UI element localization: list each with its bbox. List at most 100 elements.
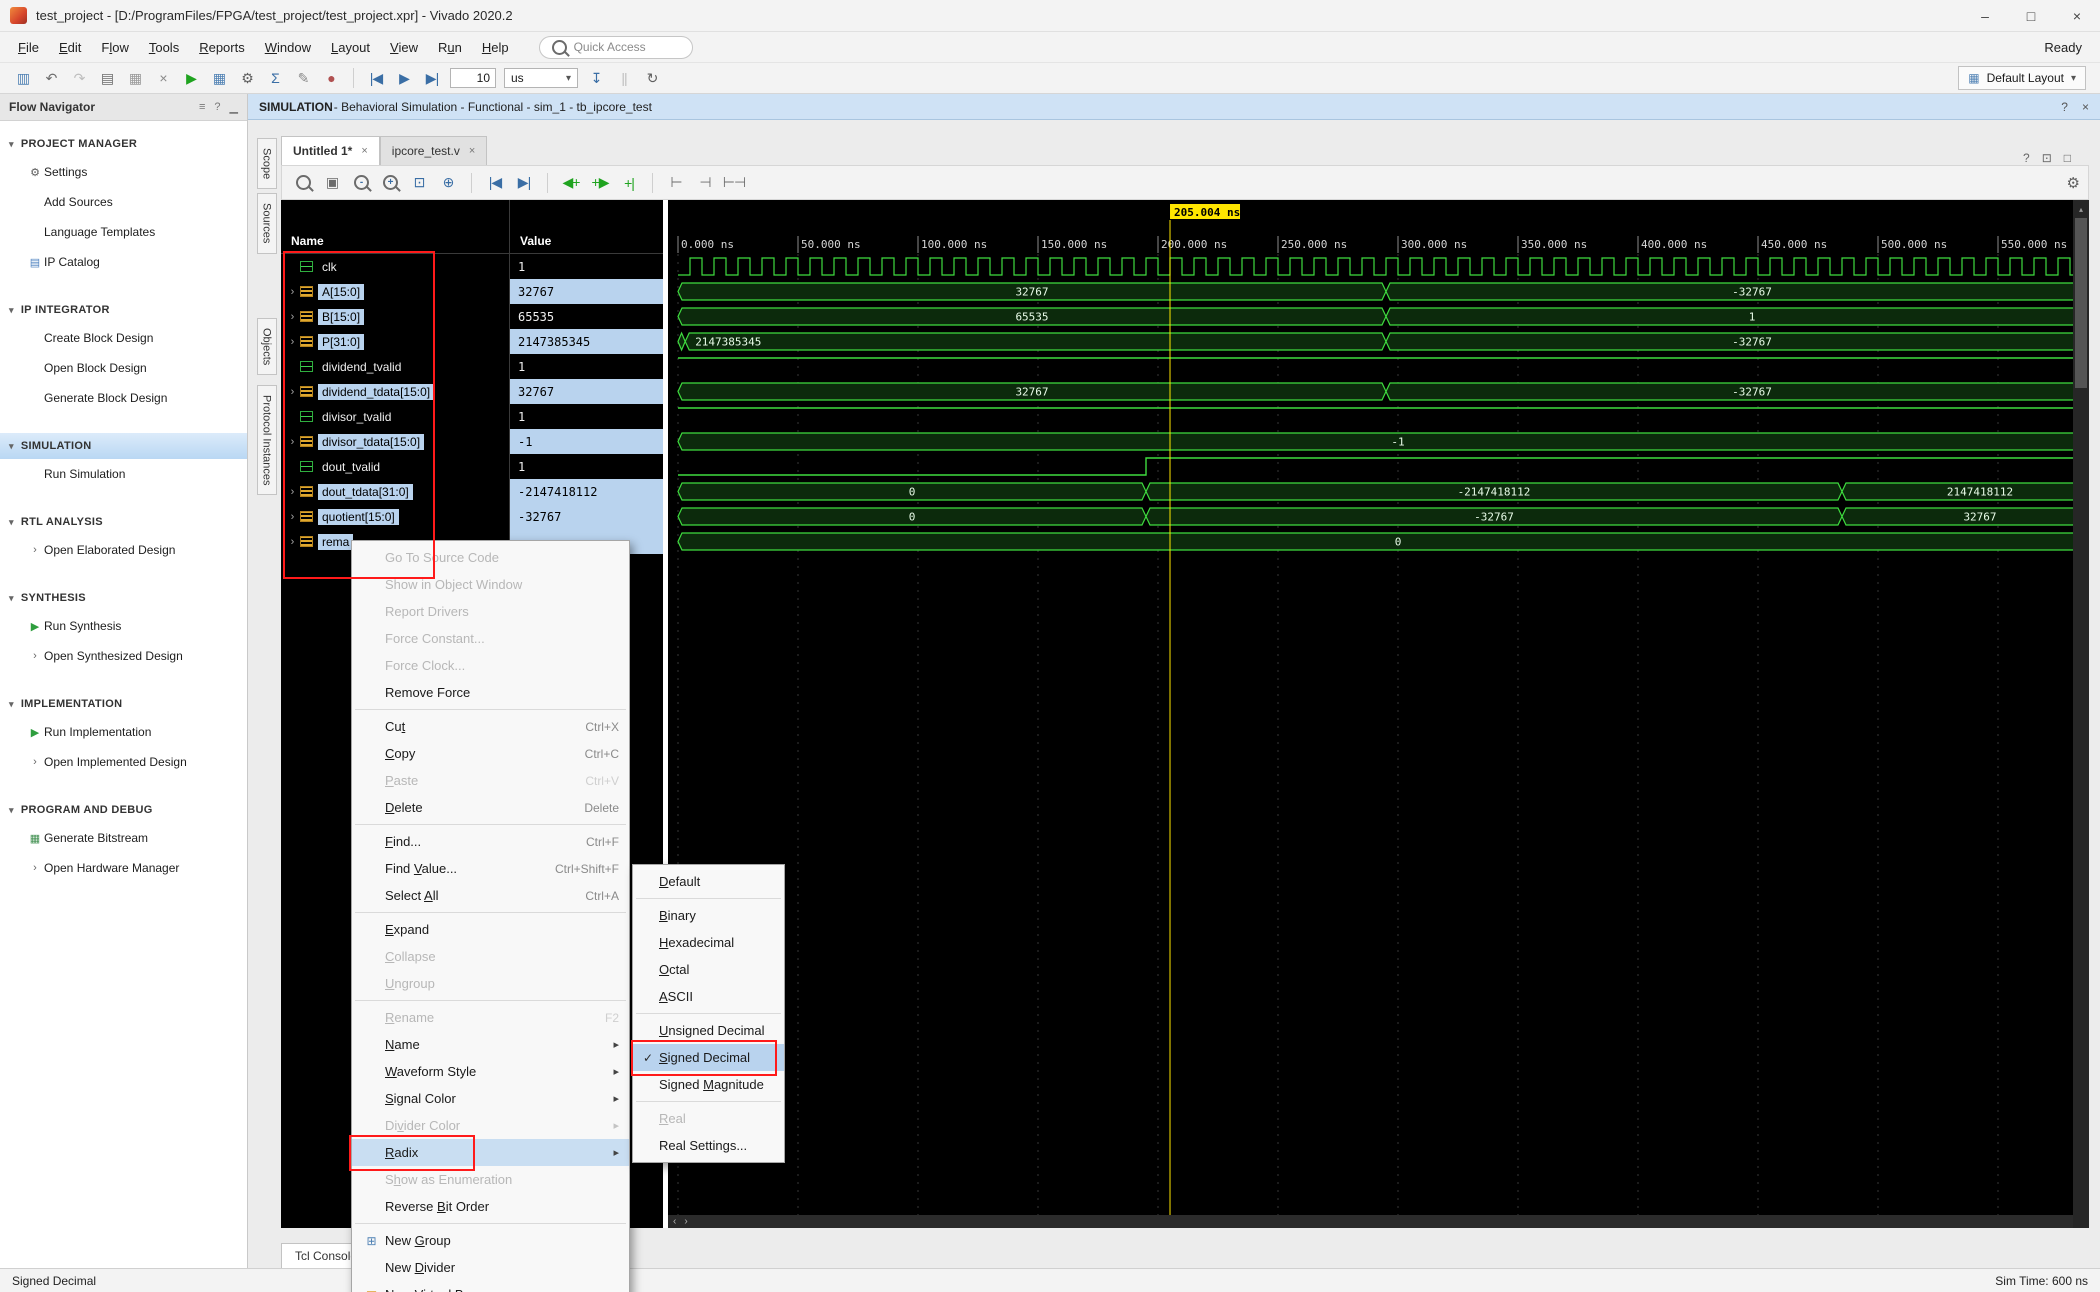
time-unit-select[interactable]: us▾ bbox=[504, 68, 578, 88]
maximize-icon[interactable]: □ bbox=[2064, 151, 2071, 165]
menu-reports[interactable]: Reports bbox=[189, 36, 255, 59]
signal-row-clk[interactable]: clk bbox=[281, 254, 509, 279]
sidebar-section-header-project-manager[interactable]: ▾PROJECT MANAGER bbox=[0, 131, 247, 157]
signal-row-dividend-tvalid[interactable]: dividend_tvalid bbox=[281, 354, 509, 379]
run-time-input[interactable]: 10 bbox=[450, 68, 496, 88]
scroll-right-icon[interactable]: › bbox=[684, 1216, 687, 1227]
menu-view[interactable]: View bbox=[380, 36, 428, 59]
sidebar-section-header-ip-integrator[interactable]: ▾IP INTEGRATOR bbox=[0, 297, 247, 323]
zoom-fit-icon[interactable]: ⊡ bbox=[406, 171, 432, 195]
side-tab-scope[interactable]: Scope bbox=[257, 138, 277, 189]
help-icon[interactable]: ? bbox=[214, 101, 220, 114]
sidebar-section-header-program-and-debug[interactable]: ▾PROGRAM AND DEBUG bbox=[0, 797, 247, 823]
context-menu-item-find[interactable]: Find...Ctrl+F bbox=[352, 828, 629, 855]
sidebar-item-open-elaborated-design[interactable]: ›Open Elaborated Design bbox=[0, 535, 247, 565]
sidebar-section-header-simulation[interactable]: ▾SIMULATION bbox=[0, 433, 247, 459]
sidebar-item-language-templates[interactable]: Language Templates bbox=[0, 217, 247, 247]
undo-icon[interactable]: ↶ bbox=[38, 66, 64, 90]
sum-icon[interactable]: Σ bbox=[262, 66, 288, 90]
breakpoint-icon[interactable]: ● bbox=[318, 66, 344, 90]
minimize-button[interactable]: – bbox=[1962, 0, 2008, 31]
menu-window[interactable]: Window bbox=[255, 36, 321, 59]
tab-ipcore-test-v[interactable]: ipcore_test.v× bbox=[380, 136, 487, 165]
context-menu-item-name[interactable]: Name▸ bbox=[352, 1031, 629, 1058]
signal-row-dout-tvalid[interactable]: dout_tvalid bbox=[281, 454, 509, 479]
signal-value-cell[interactable]: -32767 bbox=[510, 504, 663, 529]
close-icon[interactable]: × bbox=[2082, 100, 2089, 114]
sidebar-section-header-synthesis[interactable]: ▾SYNTHESIS bbox=[0, 585, 247, 611]
value-column-header[interactable]: Value bbox=[510, 228, 663, 254]
sidebar-item-create-block-design[interactable]: Create Block Design bbox=[0, 323, 247, 353]
context-menu-item-show-as-enumeration[interactable]: Show as Enumeration bbox=[352, 1166, 629, 1193]
scroll-up-icon[interactable]: ▴ bbox=[2073, 202, 2089, 216]
scroll-left-icon[interactable]: ‹ bbox=[673, 1216, 676, 1227]
paste-icon[interactable]: ▦ bbox=[122, 66, 148, 90]
context-menu-item-new-virtual-bus[interactable]: ▥New Virtual Bus bbox=[352, 1281, 629, 1292]
settings-icon[interactable]: ⚙ bbox=[234, 66, 260, 90]
context-menu-item-remove-force[interactable]: Remove Force bbox=[352, 679, 629, 706]
help-icon[interactable]: ? bbox=[2023, 151, 2030, 165]
context-menu-item-copy[interactable]: CopyCtrl+C bbox=[352, 740, 629, 767]
quick-access-search[interactable]: Quick Access bbox=[539, 36, 693, 59]
help-icon[interactable]: ? bbox=[2061, 100, 2068, 114]
radix-option-default[interactable]: Default bbox=[633, 868, 784, 895]
minimize-icon[interactable]: ▁ bbox=[230, 101, 238, 114]
maximize-button[interactable]: □ bbox=[2008, 0, 2054, 31]
signal-value-cell[interactable]: -2147418112 bbox=[510, 479, 663, 504]
sidebar-item-open-block-design[interactable]: Open Block Design bbox=[0, 353, 247, 383]
menu-run[interactable]: Run bbox=[428, 36, 472, 59]
sidebar-item-add-sources[interactable]: Add Sources bbox=[0, 187, 247, 217]
goto-end-icon[interactable]: ▶| bbox=[511, 171, 537, 195]
collapse-all-icon[interactable]: ≡ bbox=[199, 101, 205, 114]
context-menu-item-new-divider[interactable]: New Divider bbox=[352, 1254, 629, 1281]
close-icon[interactable]: × bbox=[361, 145, 367, 157]
snap-to-transition-icon[interactable]: ⊣ bbox=[692, 171, 718, 195]
signal-value-cell[interactable]: 1 bbox=[510, 254, 663, 279]
context-menu-item-go-to-source-code[interactable]: Go To Source Code bbox=[352, 544, 629, 571]
context-menu-item-force-clock[interactable]: Force Clock... bbox=[352, 652, 629, 679]
expand-chevron-icon[interactable]: › bbox=[286, 386, 299, 398]
sidebar-item-generate-bitstream[interactable]: ▦Generate Bitstream bbox=[0, 823, 247, 853]
menu-file[interactable]: File bbox=[8, 36, 49, 59]
expand-chevron-icon[interactable]: › bbox=[286, 336, 299, 348]
menu-flow[interactable]: Flow bbox=[91, 36, 138, 59]
side-tab-objects[interactable]: Objects bbox=[257, 318, 277, 375]
context-menu-item-ungroup[interactable]: Ungroup bbox=[352, 970, 629, 997]
interval-icon[interactable]: ⊢⊣ bbox=[721, 171, 747, 195]
signal-row-p-31-0[interactable]: ›P[31:0] bbox=[281, 329, 509, 354]
layout-dropdown[interactable]: ▦ Default Layout ▾ bbox=[1958, 66, 2086, 90]
signal-value-cell[interactable]: 1 bbox=[510, 354, 663, 379]
radix-option-binary[interactable]: Binary bbox=[633, 902, 784, 929]
sidebar-section-header-implementation[interactable]: ▾IMPLEMENTATION bbox=[0, 691, 247, 717]
run-all-icon[interactable]: ▶ bbox=[391, 66, 417, 90]
relaunch-icon[interactable]: ↻ bbox=[639, 66, 665, 90]
sidebar-item-ip-catalog[interactable]: ▤IP Catalog bbox=[0, 247, 247, 277]
expand-chevron-icon[interactable]: › bbox=[286, 486, 299, 498]
radix-option-octal[interactable]: Octal bbox=[633, 956, 784, 983]
context-menu-item-delete[interactable]: DeleteDelete bbox=[352, 794, 629, 821]
context-menu-item-cut[interactable]: CutCtrl+X bbox=[352, 713, 629, 740]
menu-tools[interactable]: Tools bbox=[139, 36, 189, 59]
open-designs-icon[interactable]: ▥ bbox=[10, 66, 36, 90]
context-menu-item-find-value[interactable]: Find Value...Ctrl+Shift+F bbox=[352, 855, 629, 882]
side-tab-sources[interactable]: Sources bbox=[257, 193, 277, 253]
zoom-out-icon[interactable]: - bbox=[348, 171, 374, 195]
signal-row-a-15-0[interactable]: ›A[15:0] bbox=[281, 279, 509, 304]
context-menu-item-collapse[interactable]: Collapse bbox=[352, 943, 629, 970]
signal-value-cell[interactable]: 2147385345 bbox=[510, 329, 663, 354]
menu-edit[interactable]: Edit bbox=[49, 36, 91, 59]
sidebar-item-run-simulation[interactable]: Run Simulation bbox=[0, 459, 247, 489]
sidebar-section-header-rtl-analysis[interactable]: ▾RTL ANALYSIS bbox=[0, 509, 247, 535]
swap-cursor-icon[interactable]: ⊢ bbox=[663, 171, 689, 195]
menu-help[interactable]: Help bbox=[472, 36, 519, 59]
previous-transition-icon[interactable]: ◀+ bbox=[558, 171, 584, 195]
expand-chevron-icon[interactable]: › bbox=[286, 311, 299, 323]
radix-option-real-settings[interactable]: Real Settings... bbox=[633, 1132, 784, 1159]
signal-row-b-15-0[interactable]: ›B[15:0] bbox=[281, 304, 509, 329]
redo-icon[interactable]: ↷ bbox=[66, 66, 92, 90]
pause-icon[interactable]: || bbox=[611, 66, 637, 90]
sidebar-item-run-implementation[interactable]: ▶Run Implementation bbox=[0, 717, 247, 747]
name-column-header[interactable]: Name bbox=[281, 228, 509, 254]
signal-value-cell[interactable]: 1 bbox=[510, 404, 663, 429]
run-flow-icon[interactable]: ▶ bbox=[178, 66, 204, 90]
